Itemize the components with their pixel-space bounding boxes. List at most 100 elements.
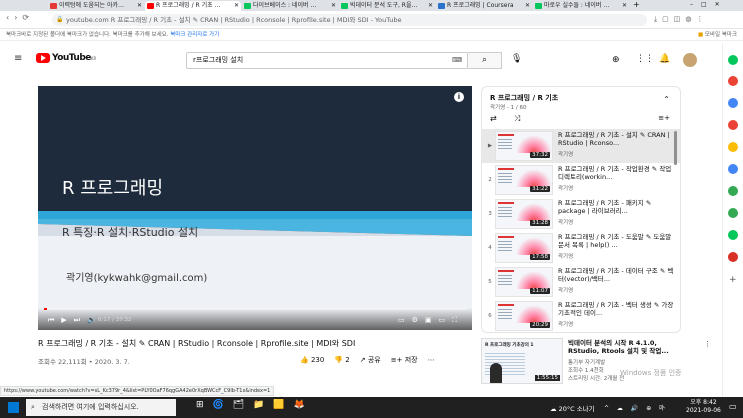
chevron-up-icon[interactable]: ⌃ [663,95,670,104]
youtube-logo[interactable]: YouTube KR [36,53,96,63]
clock-time: 오후 8:42 [690,399,717,406]
address-bar: ‹›⟳ 🔒 youtube.com R 프로그래밍 / R 기초 - 설치 ✎ … [0,11,743,29]
close-icon[interactable]: ✕ [331,1,336,11]
playlist-item[interactable]: 5 11:07 R 프로그래밍 / R 기초 - 데이터 구조 ✎ 벡터(vecto… [482,265,680,299]
close-icon[interactable]: ✕ [428,1,433,11]
video-views: 조회수 22,111회 • 2020. 3. 7. [38,358,130,366]
create-icon[interactable]: ⊕ [612,55,620,65]
browser-tab-active[interactable]: R 프로그래밍 / R 기초 … ✕ [145,1,241,11]
taskbar-search[interactable]: ⌕ 검색하려면 여기에 입력하십시오. [26,399,176,416]
playlist-item[interactable]: 3 31:28 R 프로그래밍 / R 기초 - 패키지 ✎ package | 라… [482,197,680,231]
clock[interactable]: 오후 8:42 2021-09-06 [686,399,721,415]
item-thumbnail: 31:28 [495,199,553,229]
avatar[interactable] [683,53,697,67]
item-title: R 프로그래밍 / R 기초 - 데이터 구조 ✎ 벡터(vector)/백터.… [558,267,674,283]
item-index: 6 [488,313,492,319]
weather[interactable]: ☁ 20°C 소나기 [550,403,595,413]
playlist-item[interactable]: 6 20:29 R 프로그래밍 / R 기초 - 벡터 생성 ✎ 가장 기초적인 데… [482,299,680,332]
extension-icon[interactable] [728,186,738,196]
extension-icon[interactable] [728,164,738,174]
slide-subtitle: R 특징·R 설치·RStudio 설치 [62,226,199,239]
shuffle-icon[interactable]: ⤨ [514,114,520,124]
browser-tab[interactable]: 마로우 실수들 : 네이버 … ✕ [533,1,629,11]
playlist-scrollbar[interactable] [674,131,677,165]
tab-favicon-icon [438,3,445,9]
taskbar-apps[interactable]: ⊞🌀🗂📁🟨🦊 [196,400,314,410]
mic-icon[interactable]: 🎙 [511,54,522,64]
player-left-controls[interactable]: ⏮▶⏭🔊 [48,316,103,325]
browser-tab[interactable]: R 프로그래밍 | Coursera ✕ [436,1,532,11]
recommended-more-icon[interactable]: ⋮ [704,340,711,348]
close-icon[interactable]: ✕ [137,1,142,11]
thumbs-down-icon: 👎 [334,356,344,364]
thumbs-up-icon: 👍 [300,356,309,364]
extension-icon[interactable] [728,98,738,108]
item-index: 3 [488,211,492,217]
more-icon[interactable]: ⋯ [428,356,435,364]
share-label: 공유 [367,356,381,364]
extension-icon[interactable] [728,76,738,86]
like-button[interactable]: 👍 230 [300,356,324,364]
url-field[interactable]: 🔒 youtube.com R 프로그래밍 / R 기초 - 설치 ✎ CRAN… [52,14,647,26]
extension-icon[interactable] [728,142,738,152]
tab-label: 다이브베이스 : 네이버 … [253,2,317,9]
mobile-bookmarks-label: 모바일 북마크 [704,32,737,38]
logo-text: YouTube [52,53,91,63]
item-channel: 곽기영 [558,288,574,294]
apps-icon[interactable]: ⋮⋮ [636,54,654,64]
playlist-item[interactable]: 4 17:58 R 프로그래밍 / R 기초 - 도움말 ✎ 도움말 문서 목록 |… [482,231,680,265]
playlist-title[interactable]: R 프로그래밍 / R 기초 [490,93,558,103]
keyboard-icon[interactable]: ⌨ [452,56,462,64]
dislike-button[interactable]: 👎 2 [334,356,349,364]
close-icon[interactable]: ✕ [234,1,239,11]
mobile-bookmarks[interactable]: ■ 모바일 북마크 [698,29,737,41]
extension-icon[interactable] [728,230,738,240]
player-right-controls[interactable]: ▭⚙▣▭⛶ [398,316,464,325]
extension-icon[interactable] [728,252,738,262]
item-thumbnail: 37:32 [495,131,553,161]
extension-icon[interactable] [728,208,738,218]
playlist-panel: R 프로그래밍 / R 기초 곽기영 - 1 / 60 ⌃ ⇄ ⤨ ≡+ ▶ 37… [481,86,681,333]
playlist-item[interactable]: 2 31:22 R 프로그래밍 / R 기초 - 작업환경 ✎ 작업 디렉토리(wo… [482,163,680,197]
close-icon[interactable]: ✕ [622,1,627,11]
bell-icon[interactable]: 🔔 [659,54,670,64]
browser-tab[interactable]: 다이브베이스 : 네이버 … ✕ [242,1,338,11]
nav-buttons[interactable]: ‹›⟳ [6,13,34,22]
tab-label: 마로우 실수들 : 네이버 … [544,2,610,9]
recommended-title: 빅데이터 분석의 시작 R 4.1.0, RStudio, Rtools 설치 … [568,339,669,355]
add-extension-icon[interactable]: + [729,275,737,285]
progress-bar[interactable] [44,308,466,310]
video-player[interactable]: R 프로그래밍 R 특징·R 설치·RStudio 설치 곽기영(kykwahk… [38,86,472,330]
recommended-video[interactable]: R 프로그래밍 기초강의 1 1:55:15 빅데이터 분석의 시작 R 4.1… [481,338,717,388]
tray-icons[interactable]: ^ ☁ 🔊 ⊕ 卟 [604,403,668,412]
share-button[interactable]: ↗ 공유 [360,355,381,365]
item-channel: 곽기영 [558,322,574,328]
slide-title: R 프로그래밍 [62,178,164,199]
browser-tab[interactable]: 이력텅에 도움되는 아카… ✕ [48,1,144,11]
save-button[interactable]: ≡+ 저장 [391,355,418,365]
item-channel: 곽기영 [558,220,574,226]
link-status-bar: https://www.youtube.com/watch?v=sL_Kc379… [0,386,275,396]
close-icon[interactable]: ✕ [525,1,530,11]
dislike-count: 2 [345,356,350,364]
search-button[interactable]: ⌕ [468,52,502,69]
new-tab-button[interactable]: + [633,0,640,10]
menu-icon[interactable]: ≡ [14,53,22,64]
youtube-header: ≡ YouTube KR r프로그래밍 설치 ⌨ ⌕ 🎙 ⊕ ⋮⋮ 🔔 [0,43,712,77]
item-duration: 31:28 [530,220,550,226]
extension-icon[interactable] [728,120,738,130]
notification-icon[interactable]: ▭ [729,402,737,411]
window-controls[interactable]: –□✕ [690,0,728,10]
info-icon[interactable]: i [454,92,464,102]
progress-fill [44,308,48,310]
browser-tab[interactable]: 빅데이터 분석 도구, R을… ✕ [339,1,435,11]
browser-toolbar-icons[interactable]: ⤓▢◫◍⋮ [654,15,738,25]
search-input[interactable]: r프로그래밍 설치 [186,52,468,69]
windows-start-icon[interactable] [8,402,19,413]
extension-icon[interactable] [728,55,738,65]
loop-icon[interactable]: ⇄ [490,114,497,123]
youtube-play-icon [36,53,50,63]
playlist-menu-icon[interactable]: ≡+ [658,114,670,122]
playlist-item[interactable]: ▶ 37:32 R 프로그래밍 / R 기초 - 설치 ✎ CRAN | RStud… [482,129,680,163]
bookmark-manager-link[interactable]: 북마크 관리자로 가기 [170,32,219,38]
